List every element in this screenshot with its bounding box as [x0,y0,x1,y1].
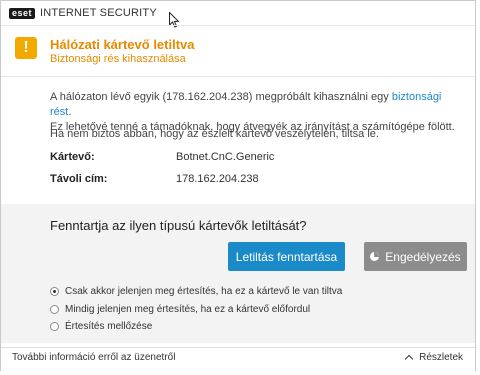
description-period: . [68,106,72,118]
more-info-link[interactable]: További információ erről az üzenetről [12,352,175,363]
alert-subtitle: Biztonsági rés kihasználása [50,53,186,65]
footer-bar: További információ erről az üzenetről Ré… [1,347,475,371]
eset-logo: eset [9,7,36,19]
remote-address-value: 178.162.204.238 [176,173,259,185]
shield-icon [370,252,380,261]
allow-button[interactable]: Engedélyezés [364,242,467,271]
keep-blocking-button[interactable]: Letiltás fenntartása [228,242,345,271]
header-divider [1,25,475,26]
option-no-notification[interactable]: Értesítés mellőzése [50,321,152,332]
option-notify-when-blocked[interactable]: Csak akkor jelenjen meg értesítés, ha ez… [50,286,342,297]
remote-address-label: Távoli cím: [50,173,108,185]
keep-blocking-label: Letiltás fenntartása [235,249,338,264]
option-label: Csak akkor jelenjen meg értesítés, ha ez… [65,286,343,297]
warning-icon: ! [15,37,37,59]
notification-window: eset INTERNET SECURITY ! Hálózati kártev… [0,0,476,371]
option-label: Értesítés mellőzése [65,321,153,332]
description-text: A hálózaton lévő egyik (178.162.204.238)… [50,91,392,103]
product-name: INTERNET SECURITY [40,7,157,19]
option-always-notify[interactable]: Mindig jelenjen meg értesítés, ha ez a k… [50,304,310,315]
radio-button-checked[interactable] [50,287,59,296]
threat-label: Kártevő: [50,151,95,163]
radio-button[interactable] [50,305,59,314]
radio-button[interactable] [50,322,59,331]
details-toggle[interactable]: Részletek [404,352,463,364]
details-label: Részletek [419,352,463,363]
chevron-up-icon [404,354,414,364]
action-question: Fenntartja az ilyen típusú kártevők leti… [50,218,307,233]
title-bar: eset INTERNET SECURITY [1,1,475,25]
title-divider [1,76,475,77]
advice-text: Ha nem biztos abban, hogy az észlelt kár… [50,128,379,140]
allow-label: Engedélyezés [385,249,461,264]
alert-title: Hálózati kártevő letiltva [50,37,195,52]
option-label: Mindig jelenjen meg értesítés, ha ez a k… [65,304,311,315]
threat-value: Botnet.CnC.Generic [176,151,275,163]
